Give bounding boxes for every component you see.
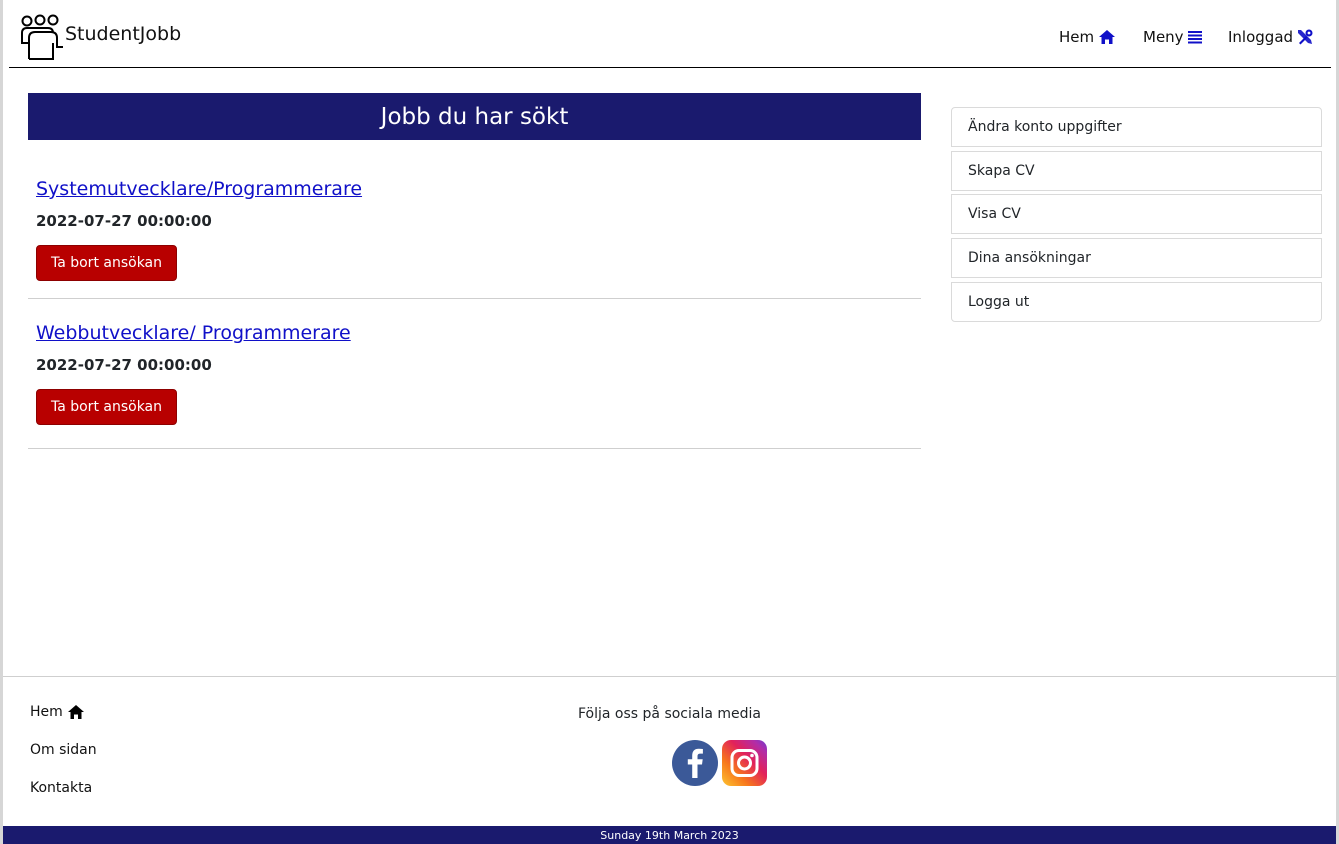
page-title: Jobb du har sökt xyxy=(28,93,921,140)
job-title-link[interactable]: Systemutvecklare/Programmerare xyxy=(36,178,362,200)
remove-application-button[interactable]: Ta bort ansökan xyxy=(36,389,177,425)
nav-menu[interactable]: Meny xyxy=(1143,28,1202,46)
sidebar-item-edit-account[interactable]: Ändra konto uppgifter xyxy=(951,107,1322,147)
remove-application-button[interactable]: Ta bort ansökan xyxy=(36,245,177,281)
footer-link-contact[interactable]: Kontakta xyxy=(30,780,92,796)
job-date: 2022-07-27 00:00:00 xyxy=(36,356,212,374)
sidebar-item-create-cv[interactable]: Skapa CV xyxy=(951,151,1322,191)
sidebar-item-applications[interactable]: Dina ansökningar xyxy=(951,238,1322,278)
people-group-icon[interactable] xyxy=(20,13,64,61)
job-list-item: Systemutvecklare/Programmerare 2022-07-2… xyxy=(28,178,921,299)
nav-home-label: Hem xyxy=(1059,28,1095,46)
footer-date: Sunday 19th March 2023 xyxy=(600,828,739,842)
facebook-icon[interactable] xyxy=(672,740,718,786)
instagram-icon[interactable] xyxy=(722,740,767,786)
job-list-item: Webbutvecklare/ Programmerare 2022-07-27… xyxy=(28,322,921,449)
nav-logged-in-label: Inloggad xyxy=(1228,28,1294,46)
sidebar-item-logout[interactable]: Logga ut xyxy=(951,282,1322,322)
nav-menu-label: Meny xyxy=(1143,28,1184,46)
footer-link-about[interactable]: Om sidan xyxy=(30,742,97,758)
job-date: 2022-07-27 00:00:00 xyxy=(36,212,212,230)
footer-date-bar: Sunday 19th March 2023 xyxy=(3,826,1336,844)
home-icon xyxy=(1099,30,1116,44)
footer-divider xyxy=(3,676,1336,677)
social-media-label: Följa oss på sociala media xyxy=(578,706,761,722)
sidebar-item-view-cv[interactable]: Visa CV xyxy=(951,194,1322,234)
list-icon xyxy=(1187,31,1202,44)
brand-name[interactable]: StudentJobb xyxy=(65,23,181,45)
tools-icon xyxy=(1298,29,1313,45)
job-title-link[interactable]: Webbutvecklare/ Programmerare xyxy=(36,322,351,344)
nav-home[interactable]: Hem xyxy=(1059,28,1116,46)
top-navbar: StudentJobb Hem Meny Inloggad xyxy=(9,0,1331,68)
nav-logged-in[interactable]: Inloggad xyxy=(1228,28,1313,46)
